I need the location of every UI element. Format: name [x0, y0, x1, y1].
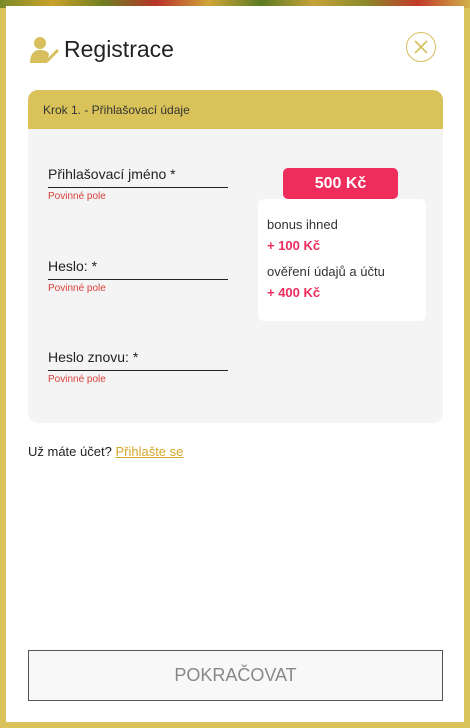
username-field[interactable]: Přihlašovací jméno * Povinné pole: [48, 166, 228, 202]
password-confirm-error: Povinné pole: [48, 374, 106, 385]
login-prompt: Už máte účet?: [28, 444, 112, 459]
bonus-amount-immediate: + 100 Kč: [267, 238, 321, 253]
continue-button[interactable]: POKRAČOVAT: [28, 650, 443, 701]
bonus-line-verification: ověření údajů a účtu: [267, 264, 385, 279]
registration-step-card: Krok 1. - Přihlašovací údaje Přihlašovac…: [28, 90, 443, 423]
modal-title: Registrace: [64, 36, 174, 62]
password-field[interactable]: Heslo: * Povinné pole: [48, 258, 228, 294]
username-error: Povinné pole: [48, 191, 106, 202]
modal-header: Registrace: [6, 6, 464, 86]
bonus-amount-verification: + 400 Kč: [267, 285, 321, 300]
login-prompt-row: Už máte účet? Přihlašte se: [28, 444, 183, 459]
bonus-line-immediate: bonus ihned: [267, 217, 338, 232]
step-header: Krok 1. - Přihlašovací údaje: [28, 90, 443, 129]
close-button[interactable]: [406, 32, 436, 62]
password-confirm-field[interactable]: Heslo znovu: * Povinné pole: [48, 349, 228, 385]
registration-modal: Registrace Krok 1. - Přihlašovací údaje …: [6, 6, 464, 722]
bonus-badge: 500 Kč: [283, 168, 398, 199]
bonus-details: bonus ihned + 100 Kč ověření údajů a účt…: [258, 199, 426, 321]
user-check-icon: [30, 36, 60, 64]
login-link[interactable]: Přihlašte se: [115, 444, 183, 459]
password-error: Povinné pole: [48, 283, 106, 294]
step-label: Krok 1. - Přihlašovací údaje: [43, 103, 190, 117]
